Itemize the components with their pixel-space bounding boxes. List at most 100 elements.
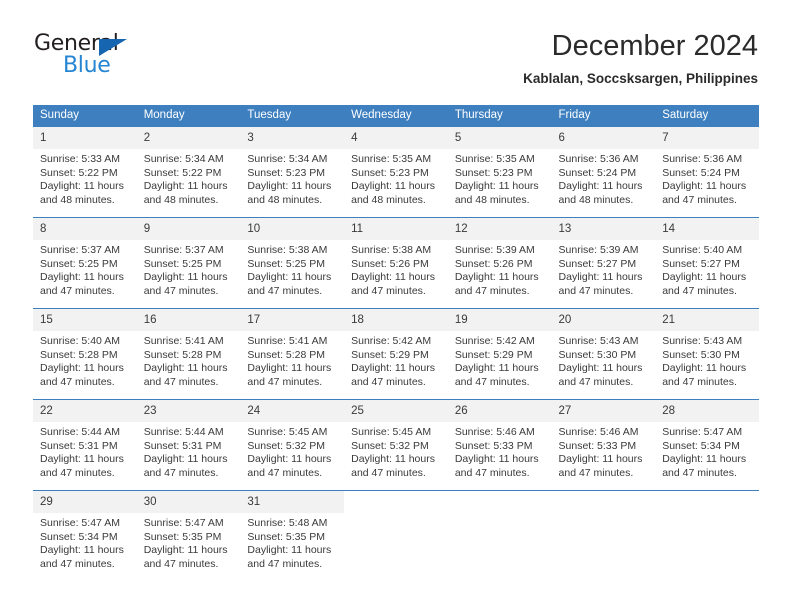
day-details: Sunrise: 5:37 AM Sunset: 5:25 PM Daylight:…: [33, 240, 137, 298]
sunrise-text: Sunrise: 5:40 AM: [662, 244, 743, 256]
calendar-week-row: 1 Sunrise: 5:33 AM Sunset: 5:22 PM Daylight…: [33, 127, 759, 218]
sunrise-text: Sunrise: 5:45 AM: [351, 426, 432, 438]
calendar-day-cell-empty: [655, 490, 759, 581]
calendar-day-cell[interactable]: 31 Sunrise: 5:48 AM Sunset: 5:35 PM Dayligh…: [240, 490, 345, 581]
calendar-day-cell[interactable]: 4 Sunrise: 5:35 AM Sunset: 5:23 PM Daylight…: [344, 127, 448, 218]
sunrise-text: Sunrise: 5:36 AM: [662, 153, 743, 165]
day-number: 27: [551, 400, 656, 422]
sunset-text: Sunset: 5:33 PM: [558, 439, 637, 452]
sunrise-text: Sunrise: 5:35 AM: [454, 153, 535, 165]
calendar-day-cell[interactable]: 15 Sunrise: 5:40 AM Sunset: 5:28 PM Dayligh…: [33, 308, 137, 400]
daylight-text-line1: Daylight: 11 hours: [351, 180, 435, 193]
daylight-text-line2: and 48 minutes.: [40, 193, 115, 206]
calendar-day-cell[interactable]: 3 Sunrise: 5:34 AM Sunset: 5:23 PM Daylight…: [240, 127, 345, 218]
calendar-week-row: 22 Sunrise: 5:44 AM Sunset: 5:31 PM Dayligh…: [33, 399, 759, 491]
day-number: 15: [33, 309, 137, 331]
sunrise-text: Sunrise: 5:44 AM: [40, 426, 120, 438]
sunset-text: Sunset: 5:34 PM: [40, 530, 118, 543]
sunrise-text: Sunrise: 5:38 AM: [351, 244, 432, 256]
sunrise-text: Sunrise: 5:37 AM: [143, 244, 224, 256]
calendar-day-cell[interactable]: 27 Sunrise: 5:46 AM Sunset: 5:33 PM Dayligh…: [551, 399, 656, 491]
calendar-day-cell[interactable]: 19 Sunrise: 5:42 AM Sunset: 5:29 PM Dayligh…: [447, 308, 552, 400]
sunset-text: Sunset: 5:30 PM: [662, 348, 740, 361]
general-blue-logo[interactable]: General Blue: [34, 32, 164, 84]
sunset-text: Sunset: 5:28 PM: [143, 348, 222, 361]
day-number: 12: [447, 218, 552, 240]
calendar-day-cell[interactable]: 6 Sunrise: 5:36 AM Sunset: 5:24 PM Daylight…: [551, 127, 656, 218]
daylight-text-line1: Daylight: 11 hours: [558, 180, 643, 193]
calendar-day-cell[interactable]: 5 Sunrise: 5:35 AM Sunset: 5:23 PM Daylight…: [447, 127, 552, 218]
weekday-header-saturday: Saturday: [655, 105, 759, 127]
logo-text-blue: Blue: [63, 53, 111, 78]
daylight-text-line1: Daylight: 11 hours: [40, 362, 124, 375]
day-details: Sunrise: 5:38 AM Sunset: 5:26 PM Daylight:…: [344, 240, 448, 298]
calendar-day-cell[interactable]: 23 Sunrise: 5:44 AM Sunset: 5:31 PM Dayligh…: [136, 399, 241, 491]
calendar-day-cell[interactable]: 11 Sunrise: 5:38 AM Sunset: 5:26 PM Dayligh…: [344, 217, 448, 309]
calendar-day-cell-empty: [447, 490, 552, 581]
daylight-text-line2: and 47 minutes.: [247, 375, 323, 388]
calendar-day-cell-empty: [344, 490, 448, 581]
daylight-text-line2: and 47 minutes.: [454, 466, 530, 479]
calendar-day-cell[interactable]: 8 Sunrise: 5:37 AM Sunset: 5:25 PM Daylight…: [33, 217, 137, 309]
daylight-text-line1: Daylight: 11 hours: [247, 271, 332, 284]
weekday-header-monday: Monday: [136, 105, 241, 127]
day-number: 28: [655, 400, 759, 422]
calendar-day-cell[interactable]: 16 Sunrise: 5:41 AM Sunset: 5:28 PM Dayligh…: [136, 308, 241, 400]
daylight-text-line1: Daylight: 11 hours: [247, 453, 332, 466]
calendar-day-cell[interactable]: 25 Sunrise: 5:45 AM Sunset: 5:32 PM Dayligh…: [344, 399, 448, 491]
daylight-text-line2: and 47 minutes.: [558, 284, 634, 297]
calendar-day-cell[interactable]: 7 Sunrise: 5:36 AM Sunset: 5:24 PM Daylight…: [655, 127, 759, 218]
day-number: 4: [344, 127, 448, 149]
daylight-text-line2: and 47 minutes.: [143, 557, 219, 570]
calendar-day-cell[interactable]: 22 Sunrise: 5:44 AM Sunset: 5:31 PM Dayligh…: [33, 399, 137, 491]
sunset-text: Sunset: 5:23 PM: [247, 166, 326, 179]
sunset-text: Sunset: 5:25 PM: [143, 257, 222, 270]
calendar-day-cell[interactable]: 28 Sunrise: 5:47 AM Sunset: 5:34 PM Dayligh…: [655, 399, 759, 491]
calendar-day-cell[interactable]: 21 Sunrise: 5:43 AM Sunset: 5:30 PM Dayligh…: [655, 308, 759, 400]
calendar-day-cell[interactable]: 2 Sunrise: 5:34 AM Sunset: 5:22 PM Daylight…: [136, 127, 241, 218]
calendar-day-cell[interactable]: 26 Sunrise: 5:46 AM Sunset: 5:33 PM Dayligh…: [447, 399, 552, 491]
calendar-page: General Blue December 2024 Kablalan, Soc…: [0, 0, 792, 612]
sunset-text: Sunset: 5:35 PM: [247, 530, 326, 543]
calendar-day-cell[interactable]: 12 Sunrise: 5:39 AM Sunset: 5:26 PM Dayligh…: [447, 217, 552, 309]
sunset-text: Sunset: 5:28 PM: [247, 348, 326, 361]
calendar-day-cell[interactable]: 18 Sunrise: 5:42 AM Sunset: 5:29 PM Dayligh…: [344, 308, 448, 400]
day-number: 10: [240, 218, 345, 240]
day-details: Sunrise: 5:41 AM Sunset: 5:28 PM Daylight:…: [240, 331, 344, 389]
sunrise-text: Sunrise: 5:34 AM: [247, 153, 328, 165]
day-details: Sunrise: 5:42 AM Sunset: 5:29 PM Daylight:…: [344, 331, 448, 389]
sunset-text: Sunset: 5:25 PM: [40, 257, 118, 270]
day-details: Sunrise: 5:39 AM Sunset: 5:26 PM Daylight:…: [448, 240, 552, 298]
daylight-text-line2: and 47 minutes.: [662, 466, 737, 479]
sunset-text: Sunset: 5:23 PM: [351, 166, 429, 179]
sunrise-text: Sunrise: 5:47 AM: [662, 426, 743, 438]
calendar-day-cell[interactable]: 1 Sunrise: 5:33 AM Sunset: 5:22 PM Daylight…: [33, 127, 137, 218]
daylight-text-line1: Daylight: 11 hours: [247, 362, 332, 375]
calendar-day-cell[interactable]: 29 Sunrise: 5:47 AM Sunset: 5:34 PM Dayligh…: [33, 490, 137, 581]
calendar-day-cell[interactable]: 20 Sunrise: 5:43 AM Sunset: 5:30 PM Dayligh…: [551, 308, 656, 400]
sunrise-text: Sunrise: 5:40 AM: [40, 335, 120, 347]
daylight-text-line2: and 47 minutes.: [351, 466, 426, 479]
daylight-text-line2: and 47 minutes.: [247, 284, 323, 297]
sunset-text: Sunset: 5:32 PM: [351, 439, 429, 452]
calendar-grid: Sunday Monday Tuesday Wednesday Thursday…: [33, 105, 759, 581]
calendar-day-cell[interactable]: 30 Sunrise: 5:47 AM Sunset: 5:35 PM Dayligh…: [136, 490, 241, 581]
calendar-day-cell[interactable]: 9 Sunrise: 5:37 AM Sunset: 5:25 PM Daylight…: [136, 217, 241, 309]
sunrise-text: Sunrise: 5:41 AM: [143, 335, 224, 347]
daylight-text-line2: and 47 minutes.: [351, 284, 426, 297]
calendar-day-cell[interactable]: 14 Sunrise: 5:40 AM Sunset: 5:27 PM Dayligh…: [655, 217, 759, 309]
daylight-text-line2: and 47 minutes.: [143, 284, 219, 297]
day-number: 23: [136, 400, 241, 422]
calendar-day-cell[interactable]: 24 Sunrise: 5:45 AM Sunset: 5:32 PM Dayligh…: [240, 399, 345, 491]
day-details: Sunrise: 5:36 AM Sunset: 5:24 PM Daylight:…: [552, 149, 656, 207]
calendar-day-cell[interactable]: 17 Sunrise: 5:41 AM Sunset: 5:28 PM Dayligh…: [240, 308, 345, 400]
page-title: December 2024: [551, 30, 758, 62]
day-number: 1: [33, 127, 137, 149]
day-details: Sunrise: 5:46 AM Sunset: 5:33 PM Daylight:…: [552, 422, 656, 480]
day-details: Sunrise: 5:35 AM Sunset: 5:23 PM Daylight:…: [344, 149, 448, 207]
calendar-day-cell[interactable]: 10 Sunrise: 5:38 AM Sunset: 5:25 PM Dayligh…: [240, 217, 345, 309]
sunrise-text: Sunrise: 5:43 AM: [558, 335, 639, 347]
day-details: Sunrise: 5:38 AM Sunset: 5:25 PM Daylight:…: [240, 240, 344, 298]
day-details: Sunrise: 5:43 AM Sunset: 5:30 PM Daylight:…: [552, 331, 656, 389]
calendar-day-cell[interactable]: 13 Sunrise: 5:39 AM Sunset: 5:27 PM Dayligh…: [551, 217, 656, 309]
